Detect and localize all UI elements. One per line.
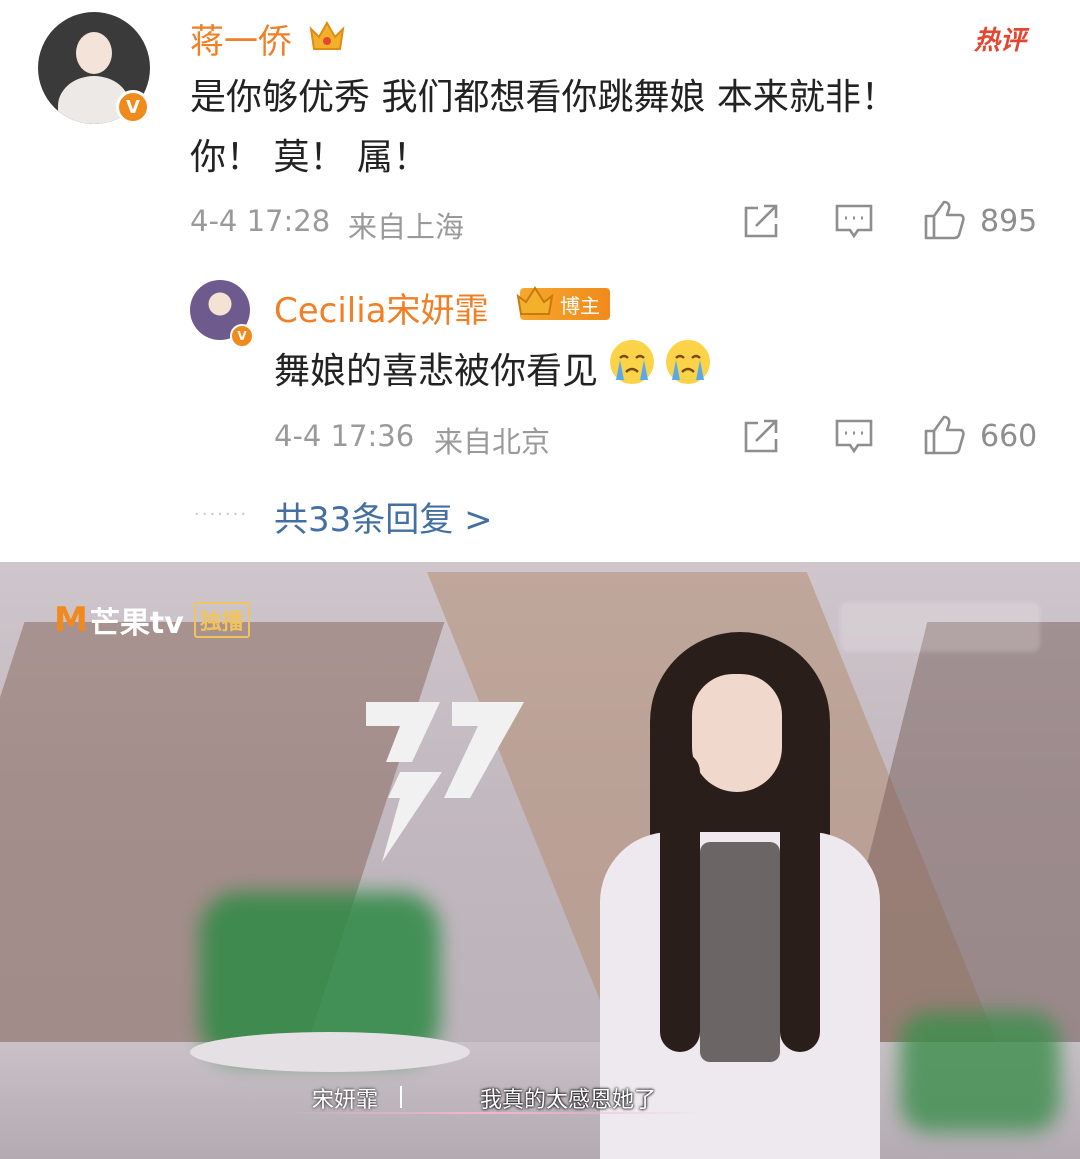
comment-timestamp: 4-4 17:28 (190, 204, 331, 238)
reply-like-count: 660 (980, 419, 1038, 454)
hair-front (660, 752, 700, 1052)
crown-icon (306, 16, 348, 56)
reply-text-content: 舞娘的喜悲被你看见 (274, 350, 599, 392)
reply-location: 来自北京 (434, 425, 551, 459)
comment-text-line1: 是你够优秀 我们都想看你跳舞娘 本来就非！ (190, 77, 897, 118)
like-count: 895 (980, 204, 1038, 239)
verified-icon: V (230, 324, 254, 348)
like-icon[interactable] (922, 198, 966, 246)
verified-icon: V (116, 90, 150, 124)
hair-front (780, 752, 820, 1052)
blogger-badge-label: 博主 (560, 293, 600, 318)
crying-emoji (606, 336, 658, 407)
mango-tv-logo: M 芒果tv 独播 (54, 598, 250, 642)
table (190, 1032, 470, 1072)
mango-tv-mark: M (54, 600, 88, 640)
comment-icon[interactable] (834, 202, 874, 244)
reply-text: 舞娘的喜悲被你看见 (274, 336, 714, 407)
show-logo-icon (366, 702, 524, 862)
blurred-plant (900, 1012, 1060, 1132)
share-icon[interactable] (742, 202, 782, 244)
face (692, 674, 782, 792)
reply-timestamp: 4-4 17:36 (274, 419, 415, 453)
exclusive-label: 独播 (193, 602, 250, 638)
comment-text-line2: 你！ 莫！ 属！ (190, 137, 429, 178)
mango-tv-brand: 芒果tv (89, 606, 184, 641)
like-icon[interactable] (922, 413, 966, 461)
subtitle-underline (280, 1112, 700, 1114)
more-replies-link[interactable]: 共33条回复 > (274, 492, 493, 541)
crying-emoji (662, 336, 714, 407)
comment-icon[interactable] (834, 417, 874, 459)
reply-user-name[interactable]: Cecilia宋妍霏 (274, 283, 489, 332)
comment-user-name[interactable]: 蒋一侨 (190, 14, 292, 63)
comment-location: 来自上海 (348, 210, 465, 244)
share-icon[interactable] (742, 417, 782, 459)
blogger-badge: 博主 (516, 286, 610, 320)
hot-comment-label: 热评 (974, 26, 1027, 56)
comment-section: V 蒋一侨 热评 是你够优秀 我们都想看你跳舞娘 本来就非！ 你！ 莫！ 属！ … (0, 0, 1080, 562)
subtitle-speaker: 宋妍霏 (312, 1088, 379, 1113)
inner-top (700, 842, 780, 1062)
subtitle-divider (400, 1086, 402, 1108)
subtitle-text: 我真的太感恩她了 (480, 1088, 657, 1113)
video-frame[interactable]: M 芒果tv 独播 宋妍霏 我真的太感恩她了 (0, 562, 1080, 1159)
person-figure (600, 632, 880, 1159)
divider-dots: ······· (194, 504, 249, 525)
